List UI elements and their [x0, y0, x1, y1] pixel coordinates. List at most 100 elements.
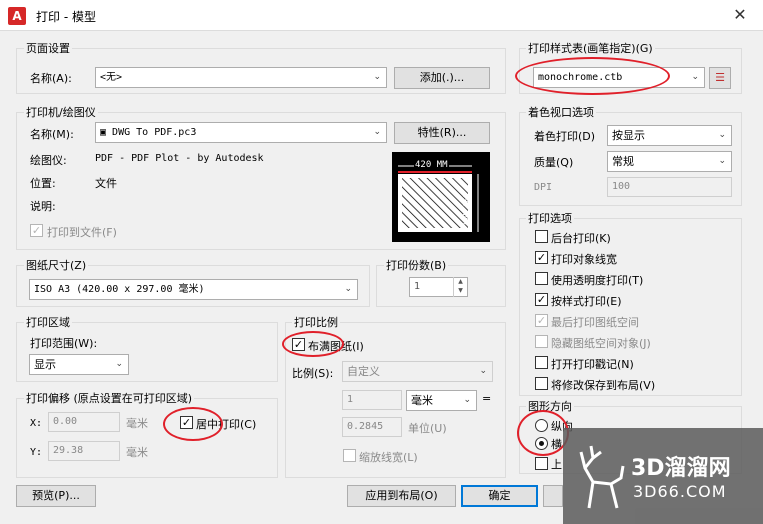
scale-lineweights-checkbox[interactable] [343, 449, 356, 462]
paper-size-select[interactable]: ISO A3 (420.00 x 297.00 毫米) ⌄ [29, 279, 358, 300]
preview-button[interactable]: 预览(P)... [16, 485, 96, 507]
printer-label: 打印机/绘图仪 [24, 104, 98, 120]
plot-range-label: 打印范围(W): [30, 337, 98, 350]
plotter-label: 绘图仪: [30, 154, 67, 167]
shaded-viewport-label: 着色视口选项 [526, 104, 596, 120]
printable-area-hatch [402, 178, 468, 228]
plot-scale-label: 打印比例 [292, 314, 340, 330]
scale-label: 比例(S): [292, 367, 334, 380]
printer-name-select[interactable]: ▣ DWG To PDF.pc3 ⌄ [95, 122, 387, 143]
location-value: 文件 [95, 177, 117, 190]
ok-button[interactable]: 确定 [461, 485, 538, 507]
printer-icon: ▣ [100, 127, 113, 138]
scale-value1-input[interactable]: 1 [342, 390, 402, 410]
scale-value1: 1 [347, 394, 354, 405]
scale-value: 自定义 [347, 365, 380, 378]
printer-name-label: 名称(M): [30, 128, 74, 141]
watermark: 3D溜溜网 3D66.COM [563, 428, 763, 524]
chevron-down-icon: ⌄ [463, 395, 471, 405]
copies-value: 1 [414, 281, 421, 292]
plot-range-select[interactable]: 显示 ⌄ [29, 354, 129, 375]
plot-option-checkbox[interactable] [535, 356, 548, 369]
offset-x-value: 0.00 [53, 416, 78, 427]
unit-select[interactable]: 毫米 ⌄ [406, 390, 477, 411]
apply-to-layout-button[interactable]: 应用到布局(O) [347, 485, 456, 507]
offset-y-label: Y: [30, 447, 43, 458]
autocad-app-icon: A [8, 7, 26, 25]
plot-options-label: 打印选项 [526, 210, 574, 226]
plot-option-checkbox[interactable]: ✓ [535, 251, 548, 264]
page-setup-name-label: 名称(A): [30, 72, 72, 85]
offset-y-value: 29.38 [53, 445, 84, 456]
page-setup-name-value: <无> [100, 72, 123, 83]
plot-option-label: 将修改保存到布局(V) [551, 379, 656, 392]
dpi-label: DPI [534, 182, 553, 193]
paper-size-value: ISO A3 (420.00 x 297.00 毫米) [34, 284, 205, 295]
cancel-button-partial[interactable] [543, 485, 563, 507]
watermark-url: 3D66.COM [633, 482, 727, 501]
shade-plot-value: 按显示 [612, 129, 645, 142]
chevron-down-icon: ⌄ [373, 72, 381, 82]
plot-range-value: 显示 [34, 358, 56, 371]
printer-name-value: DWG To PDF.pc3 [112, 127, 197, 138]
offset-x-unit: 毫米 [126, 417, 148, 430]
chevron-down-icon: ⌄ [373, 127, 381, 137]
preview-height-label: 297 MM [460, 192, 470, 225]
plot-option-checkbox[interactable]: ✓ [535, 314, 548, 327]
scale-value2-input[interactable]: 0.2845 [342, 417, 402, 437]
annotation-ellipse-fit [282, 331, 344, 357]
plot-style-edit-icon: ☰ [715, 71, 725, 84]
copies-spinner[interactable]: ▲ ▼ [453, 277, 467, 297]
page-setup-label: 页面设置 [24, 40, 72, 56]
copies-label: 打印份数(B) [384, 257, 449, 273]
printer-properties-button[interactable]: 特性(R)... [394, 122, 490, 144]
dpi-input[interactable]: 100 [607, 177, 732, 197]
edit-plot-style-button[interactable]: ☰ [709, 67, 731, 89]
plot-option-label: 按样式打印(E) [551, 295, 622, 308]
unit-value: 毫米 [411, 394, 433, 407]
quality-select[interactable]: 常规 ⌄ [607, 151, 732, 172]
annotation-ellipse-orientation [517, 410, 569, 456]
plot-option-checkbox[interactable] [535, 335, 548, 348]
print-to-file-checkbox[interactable]: ✓ [30, 224, 43, 237]
annotation-ellipse-center [163, 407, 223, 441]
plot-option-label: 后台打印(K) [551, 232, 611, 245]
plot-option-checkbox[interactable] [535, 272, 548, 285]
plot-area-label: 打印区域 [24, 314, 72, 330]
scale-value2: 0.2845 [347, 421, 384, 432]
offset-y-input[interactable]: 29.38 [48, 441, 120, 461]
plot-option-checkbox[interactable] [535, 230, 548, 243]
plot-option-label: 打开打印戳记(N) [551, 358, 634, 371]
offset-x-input[interactable]: 0.00 [48, 412, 120, 432]
plotter-value: PDF - PDF Plot - by Autodesk [95, 153, 264, 164]
plot-option-checkbox[interactable] [535, 377, 548, 390]
watermark-title: 3D溜溜网 [631, 456, 731, 481]
plot-offset-label: 打印偏移 (原点设置在可打印区域) [24, 390, 195, 406]
paper-size-label: 图纸尺寸(Z) [24, 257, 89, 273]
preview-width-label: 420 MM [414, 160, 449, 170]
add-page-setup-button[interactable]: 添加(.)... [394, 67, 490, 89]
chevron-down-icon: ⌄ [344, 284, 352, 294]
chevron-down-icon: ⌄ [691, 72, 699, 82]
quality-value: 常规 [612, 155, 634, 168]
shade-plot-label: 着色打印(D) [534, 130, 596, 143]
plot-option-label: 打印对象线宽 [551, 253, 617, 266]
chevron-down-icon: ⌄ [479, 366, 487, 376]
plot-option-label: 隐藏图纸空间对象(J) [551, 337, 651, 350]
scale-lineweights-label: 缩放线宽(L) [359, 451, 418, 464]
scale-select[interactable]: 自定义 ⌄ [342, 361, 493, 382]
deer-logo-icon [579, 445, 625, 509]
annotation-ellipse-style [515, 57, 670, 95]
location-label: 位置: [30, 177, 56, 190]
upside-down-checkbox[interactable] [535, 457, 548, 470]
plot-option-label: 最后打印图纸空间 [551, 316, 639, 329]
quality-label: 质量(Q) [534, 156, 574, 169]
page-setup-name-select[interactable]: <无> ⌄ [95, 67, 387, 88]
chevron-down-icon: ⌄ [115, 359, 123, 369]
plot-style-label: 打印样式表(画笔指定)(G) [526, 40, 655, 56]
unit-label: 单位(U) [408, 422, 447, 435]
close-icon[interactable]: ✕ [728, 4, 752, 26]
chevron-down-icon: ⌄ [718, 130, 726, 140]
plot-option-checkbox[interactable]: ✓ [535, 293, 548, 306]
shade-plot-select[interactable]: 按显示 ⌄ [607, 125, 732, 146]
